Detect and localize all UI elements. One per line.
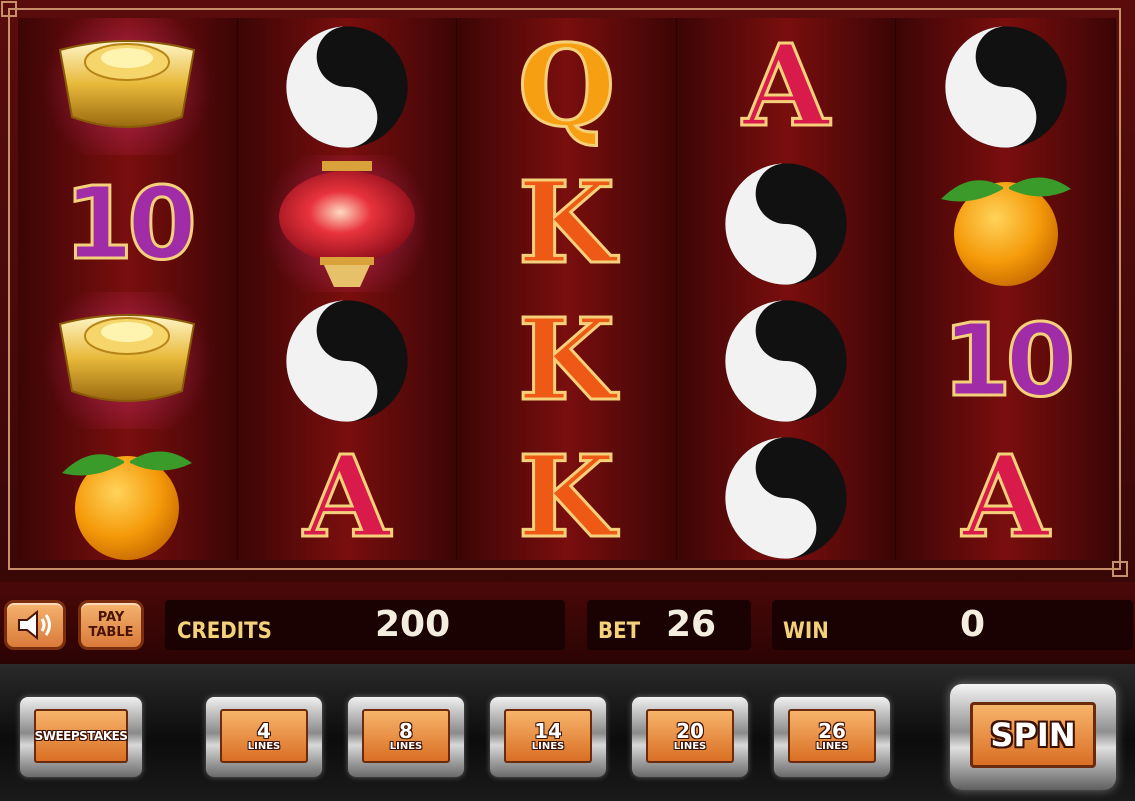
symbol-ten: 10 [941, 301, 1077, 421]
orange-icon [62, 450, 193, 560]
reel-5: 10 A [896, 18, 1116, 560]
reel-cell: A [677, 18, 896, 155]
paytable-line1: PAY [97, 610, 125, 625]
lines-4-button[interactable]: 4 LINES [206, 697, 322, 777]
lines-20-button[interactable]: 20 LINES [632, 697, 748, 777]
gold-ingot-icon [59, 39, 196, 128]
lantern-icon [278, 160, 415, 287]
symbol-k: K [516, 294, 616, 426]
bet-label: BET [598, 619, 641, 644]
yin-yang-icon [945, 25, 1067, 148]
symbol-k: K [516, 157, 616, 289]
symbol-a: A [741, 20, 831, 152]
lines-button-face: 20 LINES [646, 709, 734, 763]
lines-button-face: 8 LINES [362, 709, 450, 763]
win-label: WIN [783, 619, 829, 644]
reel-4: A [676, 18, 897, 560]
reel-2: A [237, 18, 458, 560]
reel-3: Q K K K [457, 18, 677, 560]
lines-unit: LINES [531, 740, 565, 752]
speaker-icon [18, 610, 51, 640]
orange-icon [940, 176, 1071, 286]
reel-cell [237, 155, 457, 292]
spin-label: SPIN [990, 716, 1076, 754]
reel-cell: K [457, 155, 676, 292]
lines-number: 4 [257, 718, 271, 743]
spin-button[interactable]: SPIN [950, 684, 1116, 790]
lines-number: 26 [818, 718, 846, 743]
paytable-line2: TABLE [88, 625, 134, 640]
yin-yang-icon [725, 162, 847, 285]
lines-14-button[interactable]: 14 LINES [490, 697, 606, 777]
symbol-k: K [516, 431, 616, 563]
spin-face: SPIN [970, 702, 1096, 768]
reel-cell [677, 429, 896, 566]
reel-cell [18, 429, 237, 566]
reel-1: 10 [18, 18, 238, 560]
bet-panel: BET 26 [587, 600, 751, 650]
reel-cell [18, 292, 237, 429]
paytable-button[interactable]: PAY TABLE [78, 600, 144, 650]
credits-label: CREDITS [177, 619, 272, 644]
reel-cell [18, 18, 237, 155]
yin-yang-icon [725, 436, 847, 559]
yin-yang-icon [286, 299, 408, 422]
win-value: 0 [960, 604, 986, 645]
reel-cell [238, 292, 457, 429]
lines-26-button[interactable]: 26 LINES [774, 697, 890, 777]
credits-panel: CREDITS 200 [165, 600, 565, 650]
reels: 10 A Q K K K A 10 A [18, 18, 1116, 560]
symbol-a: A [961, 431, 1051, 563]
symbol-ten: 10 [62, 164, 198, 284]
reel-cell: Q [457, 18, 676, 155]
reel-cell [896, 18, 1115, 155]
reel-cell [238, 18, 457, 155]
reel-cell: A [238, 429, 457, 566]
yin-yang-icon [286, 25, 408, 148]
credits-value: 200 [375, 604, 451, 645]
lines-number: 14 [534, 718, 562, 743]
lines-8-button[interactable]: 8 LINES [348, 697, 464, 777]
reel-cell [677, 292, 896, 429]
bet-value: 26 [666, 604, 717, 645]
reel-frame: 10 A Q K K K A 10 A [0, 0, 1135, 582]
lines-button-face: 4 LINES [220, 709, 308, 763]
sweepstakes-face: SWEEPSTAKES [34, 709, 128, 763]
symbol-q: Q [516, 20, 617, 152]
reel-cell [677, 155, 896, 292]
reel-cell: K [457, 292, 676, 429]
yin-yang-icon [725, 299, 847, 422]
lines-number: 20 [676, 718, 704, 743]
lines-unit: LINES [815, 740, 849, 752]
reel-cell: 10 [896, 292, 1115, 429]
lines-unit: LINES [247, 740, 281, 752]
reel-cell: 10 [18, 155, 237, 292]
lines-button-face: 26 LINES [788, 709, 876, 763]
reel-cell: A [896, 429, 1115, 566]
sound-button[interactable] [4, 600, 66, 650]
sweepstakes-label: SWEEPSTAKES [34, 729, 128, 743]
reel-cell: K [457, 429, 676, 566]
gold-ingot-icon [59, 313, 196, 402]
symbol-a: A [302, 431, 392, 563]
lines-unit: LINES [673, 740, 707, 752]
lines-button-face: 14 LINES [504, 709, 592, 763]
lines-number: 8 [399, 718, 413, 743]
reel-cell [896, 155, 1115, 292]
win-panel: WIN 0 [772, 600, 1133, 650]
sweepstakes-button[interactable]: SWEEPSTAKES [20, 697, 142, 777]
lines-unit: LINES [389, 740, 423, 752]
